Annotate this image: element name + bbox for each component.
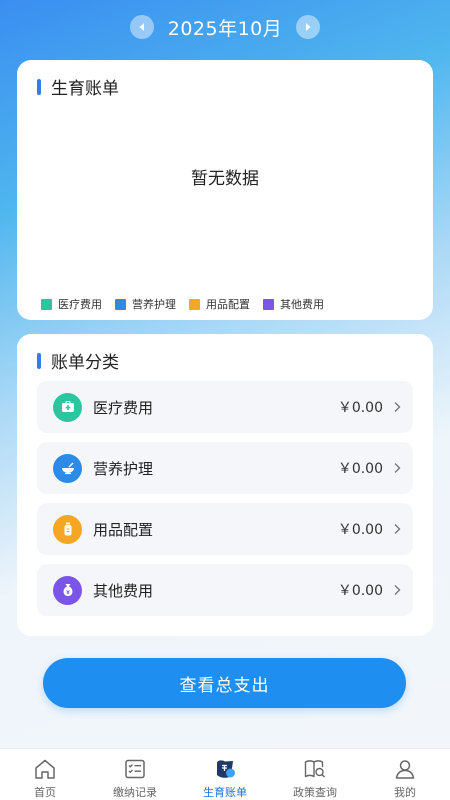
category-label: 营养护理 [93, 459, 154, 478]
view-total-expense-button[interactable]: 查看总支出 [43, 658, 406, 708]
next-month-button[interactable] [296, 15, 321, 39]
nav-item-home[interactable]: 首页 [0, 749, 90, 800]
bill-summary-title: 生育账单 [37, 74, 119, 99]
category-label: 医疗费用 [93, 398, 154, 417]
current-month[interactable]: 2025年10月 [168, 14, 283, 41]
nav-label: 我的 [394, 786, 416, 799]
category-amount: ￥0.00 [337, 583, 383, 599]
bottle-icon [53, 514, 82, 544]
title-accent-bar [37, 352, 41, 369]
prev-month-button[interactable] [129, 15, 154, 39]
nav-label: 生育账单 [203, 786, 247, 799]
legend-swatch [263, 298, 274, 310]
bill-category-card: 账单分类 医疗费用 ￥0.00 营养护理 ￥0.00 用品配置 ￥0.00 其他… [17, 334, 433, 636]
month-selector: 2025年10月 [0, 10, 450, 44]
caret-left-icon [139, 23, 144, 31]
legend-label: 医疗费用 [58, 298, 102, 311]
title-accent-bar [37, 78, 41, 95]
checklist-icon [125, 759, 145, 779]
bill-category-title: 账单分类 [37, 348, 119, 373]
user-icon [395, 760, 415, 779]
category-label: 用品配置 [93, 520, 154, 539]
nav-label: 缴纳记录 [113, 786, 157, 799]
category-row-nutrition[interactable]: 营养护理 ￥0.00 [37, 442, 413, 494]
legend-item: 其他费用 [263, 296, 324, 312]
chevron-right-icon [394, 463, 401, 473]
category-label: 其他费用 [93, 581, 154, 600]
legend-item: 用品配置 [189, 296, 250, 312]
bottom-navigation: 首页 缴纳记录 生育账单 政策查询 我的 [0, 748, 450, 800]
money-bag-icon [53, 575, 82, 605]
bowl-icon [53, 453, 82, 483]
category-amount: ￥0.00 [337, 522, 383, 538]
legend-swatch [115, 298, 126, 310]
bill-icon [217, 760, 235, 778]
category-amount: ￥0.00 [337, 461, 383, 477]
legend-swatch [41, 298, 52, 310]
nav-label: 政策查询 [293, 786, 337, 799]
category-row-supplies[interactable]: 用品配置 ￥0.00 [37, 503, 413, 555]
book-search-icon [304, 760, 326, 778]
empty-state-text: 暂无数据 [191, 169, 259, 189]
chart-legend: 医疗费用 营养护理 用品配置 其他费用 [41, 296, 324, 312]
chevron-right-icon [394, 524, 401, 534]
nav-item-birth-bill[interactable]: 生育账单 [180, 749, 270, 800]
bill-summary-card: 生育账单 暂无数据 医疗费用 营养护理 用品配置 其他费用 [17, 60, 433, 320]
category-amount: ￥0.00 [337, 400, 383, 416]
caret-right-icon [306, 23, 311, 31]
legend-item: 营养护理 [115, 296, 176, 312]
nav-item-policy-search[interactable]: 政策查询 [270, 749, 360, 800]
chevron-right-icon [394, 402, 401, 412]
medical-kit-icon [53, 392, 82, 422]
category-row-medical[interactable]: 医疗费用 ￥0.00 [37, 381, 413, 433]
legend-label: 其他费用 [280, 298, 324, 311]
chevron-right-icon [394, 585, 401, 595]
nav-item-profile[interactable]: 我的 [360, 749, 450, 800]
bill-category-title-text: 账单分类 [51, 353, 119, 373]
home-icon [35, 759, 55, 779]
legend-label: 营养护理 [132, 298, 176, 311]
category-row-other[interactable]: 其他费用 ￥0.00 [37, 564, 413, 616]
nav-label: 首页 [34, 786, 56, 799]
nav-item-payment-records[interactable]: 缴纳记录 [90, 749, 180, 800]
legend-swatch [189, 298, 200, 310]
bill-summary-title-text: 生育账单 [51, 79, 119, 99]
legend-label: 用品配置 [206, 298, 250, 311]
legend-item: 医疗费用 [41, 296, 102, 312]
